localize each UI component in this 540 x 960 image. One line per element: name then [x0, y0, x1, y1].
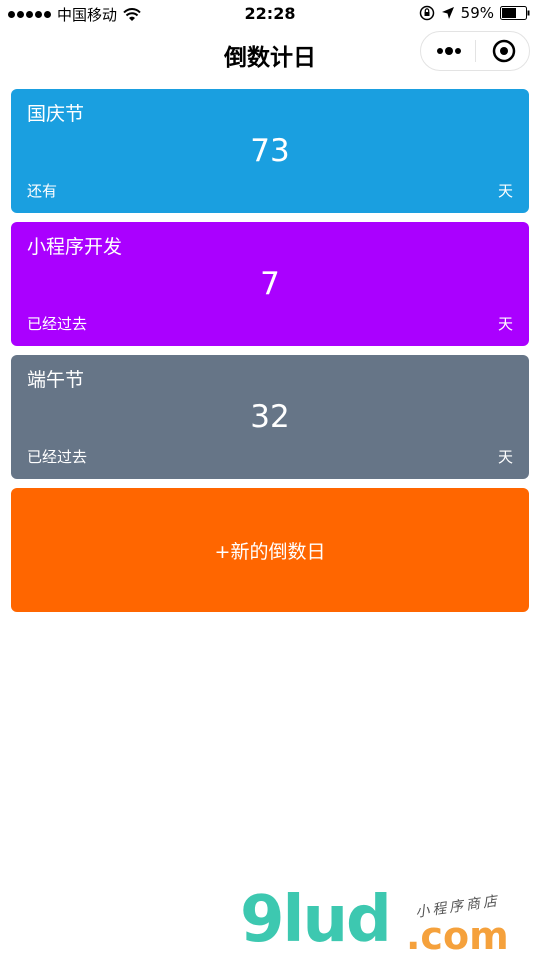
- card-title: 端午节: [27, 369, 85, 391]
- card-day-count: 7: [260, 266, 280, 302]
- card-day-count: 32: [250, 399, 290, 435]
- rotation-lock-icon: [419, 5, 434, 21]
- card-title: 小程序开发: [27, 236, 123, 258]
- card-day-count: 73: [250, 133, 290, 169]
- close-circle-icon: [492, 39, 515, 63]
- card-status: 已经过去: [27, 315, 88, 333]
- add-countdown-label: +新的倒数日: [214, 540, 326, 563]
- location-arrow-icon: [441, 7, 454, 19]
- add-countdown-button[interactable]: +新的倒数日: [11, 488, 529, 612]
- countdown-card[interactable]: 国庆节 73 还有 天: [11, 89, 529, 213]
- countdown-card[interactable]: 小程序开发 7 已经过去 天: [11, 222, 529, 346]
- card-unit: 天: [497, 315, 513, 333]
- mini-program-capsule: [420, 31, 530, 71]
- card-status: 已经过去: [27, 448, 88, 466]
- countdown-card[interactable]: 端午节 32 已经过去 天: [11, 355, 529, 479]
- more-button[interactable]: [421, 32, 476, 70]
- capsule-divider: [475, 40, 476, 62]
- more-dots-icon: [436, 47, 461, 55]
- card-unit: 天: [497, 448, 513, 466]
- status-right: 59%: [419, 4, 530, 22]
- card-title: 国庆节: [27, 103, 85, 125]
- status-bar: 中国移动 22:28 59%: [0, 0, 540, 28]
- battery-icon: [500, 6, 530, 20]
- card-status: 还有: [27, 182, 58, 200]
- watermark-domain: .com: [406, 914, 509, 958]
- close-button[interactable]: [477, 32, 530, 70]
- navigation-bar: 倒数计日: [0, 28, 540, 80]
- card-unit: 天: [497, 182, 513, 200]
- watermark-logo: 9lud: [240, 883, 392, 957]
- battery-percent: 59%: [460, 4, 494, 22]
- watermark: 9lud 小程序商店 .com: [240, 888, 540, 960]
